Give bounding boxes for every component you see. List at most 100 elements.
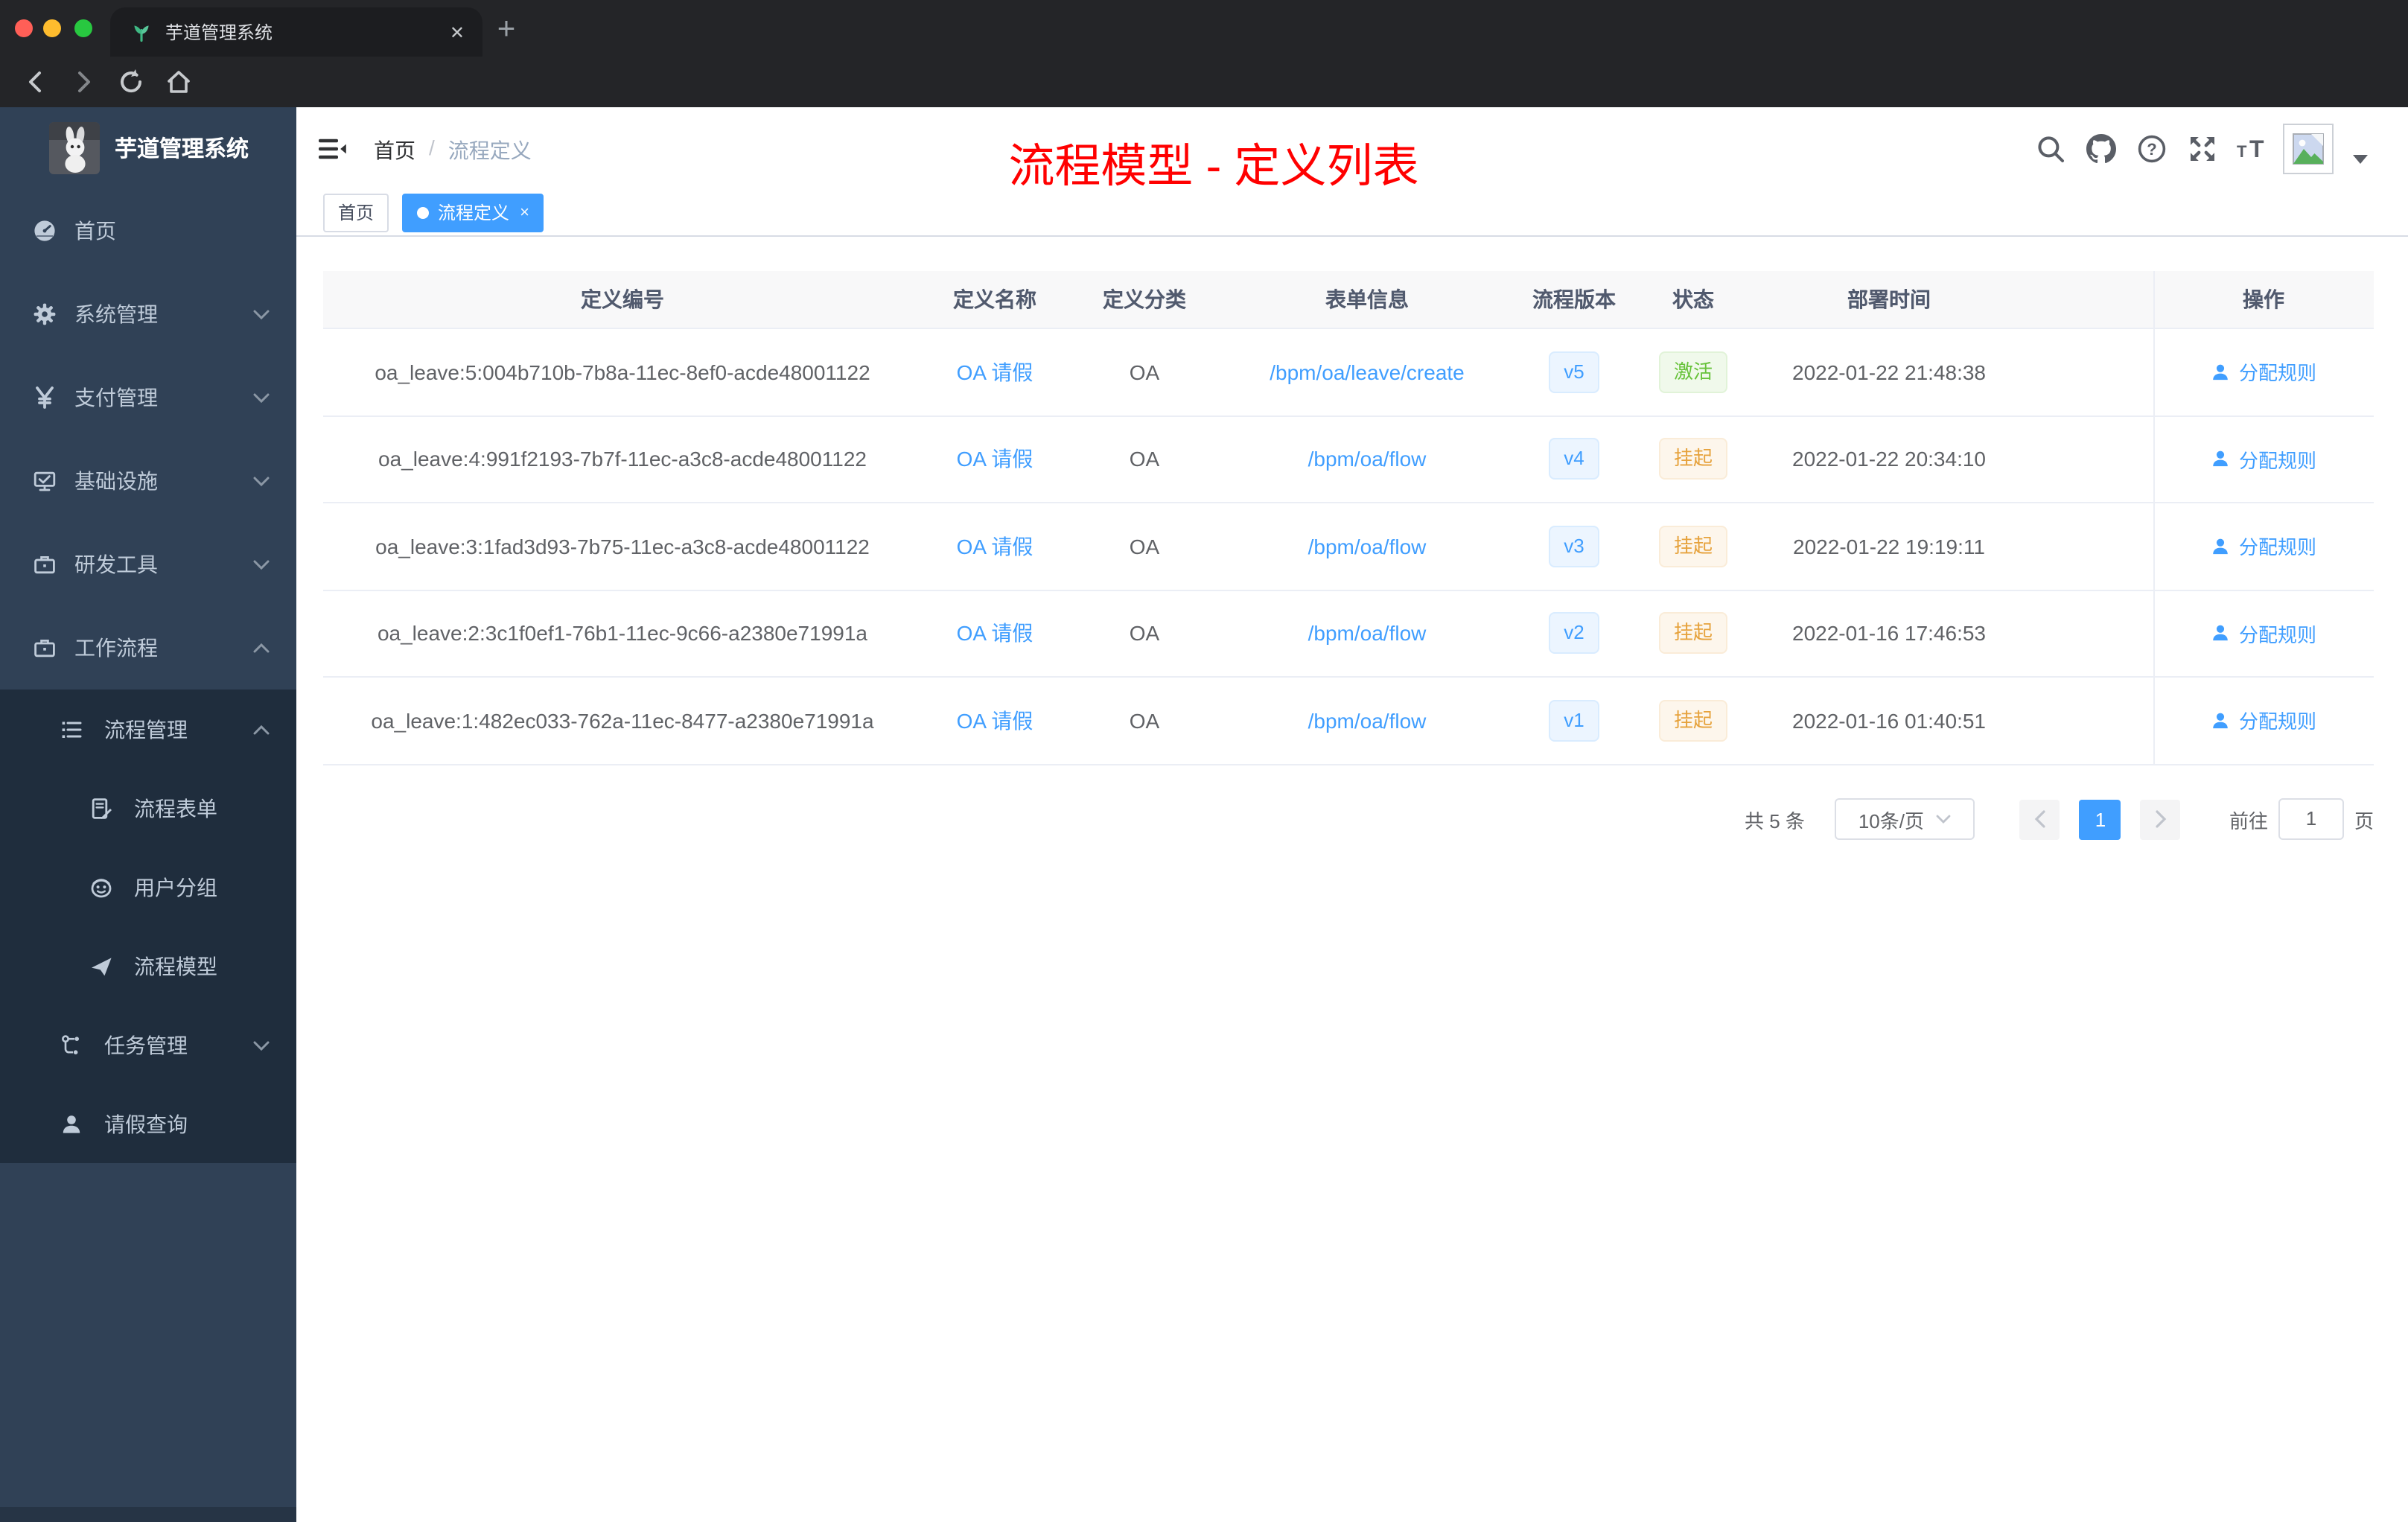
user-icon xyxy=(60,1112,83,1136)
tag-process-definition[interactable]: 流程定义 × xyxy=(402,194,544,232)
svg-text:?: ? xyxy=(2147,140,2156,159)
goto-label: 前往 xyxy=(2229,809,2268,832)
definition-id: oa_leave:5:004b710b-7b8a-11ec-8ef0-acde4… xyxy=(375,360,870,384)
person-icon xyxy=(2214,538,2229,554)
pagination-total: 共 5 条 xyxy=(1745,809,1805,832)
definition-category: OA xyxy=(1129,708,1160,733)
definition-category: OA xyxy=(1129,360,1160,384)
new-tab-button[interactable]: + xyxy=(487,12,526,51)
sidebar-item-process-mgmt[interactable]: 流程管理 xyxy=(0,690,296,768)
form-link[interactable]: /bpm/oa/flow xyxy=(1308,709,1427,733)
definition-id: oa_leave:2:3c1f0ef1-76b1-11ec-9c66-a2380… xyxy=(377,621,867,646)
sidebar-item-process-form[interactable]: 流程表单 xyxy=(0,768,296,847)
tag-close-icon[interactable]: × xyxy=(520,195,529,231)
mac-close-button[interactable] xyxy=(15,19,33,37)
svg-text:T: T xyxy=(2237,142,2247,161)
sidebar: 芋道管理系统 首页 系统管理 支付管理 基础设施 研发工具 工作流程 流程管理 … xyxy=(0,107,296,1522)
assign-rule-button[interactable]: 分配规则 xyxy=(2211,620,2316,648)
definition-id: oa_leave:3:1fad3d93-7b75-11ec-a3c8-acde4… xyxy=(375,534,870,558)
form-link[interactable]: /bpm/oa/flow xyxy=(1308,535,1427,558)
sidebar-item-workflow[interactable]: 工作流程 xyxy=(0,606,296,690)
page-size-select[interactable]: 10条/页 xyxy=(1834,798,1975,840)
col-status: 状态 xyxy=(1672,287,1714,311)
tab-close-icon[interactable]: ✕ xyxy=(450,23,465,41)
sidebar-item-process-model[interactable]: 流程模型 xyxy=(0,926,296,1005)
form-link[interactable]: /bpm/oa/flow xyxy=(1308,448,1427,471)
browser-tab[interactable]: 芋道管理系统 ✕ xyxy=(110,7,482,57)
back-icon[interactable] xyxy=(21,67,51,97)
home-icon[interactable] xyxy=(164,67,194,97)
github-icon[interactable] xyxy=(2086,134,2116,164)
reload-icon[interactable] xyxy=(116,67,146,97)
col-actions: 操作 xyxy=(2243,287,2284,311)
form-link[interactable]: /bpm/oa/leave/create xyxy=(1270,360,1465,384)
fullscreen-icon[interactable] xyxy=(2188,134,2217,164)
sidebar-item-leave-query[interactable]: 请假查询 xyxy=(0,1084,296,1163)
user-avatar[interactable] xyxy=(2283,124,2334,174)
help-icon[interactable]: ? xyxy=(2137,134,2167,164)
sidebar-item-devtools[interactable]: 研发工具 xyxy=(0,523,296,606)
chevron-down-icon xyxy=(253,477,270,487)
sidebar-item-payment[interactable]: 支付管理 xyxy=(0,356,296,439)
assign-rule-button[interactable]: 分配规则 xyxy=(2211,707,2316,735)
goto-page-input[interactable]: 1 xyxy=(2278,798,2344,840)
table-row: oa_leave:3:1fad3d93-7b75-11ec-a3c8-acde4… xyxy=(323,503,2374,590)
definition-category: OA xyxy=(1129,447,1160,471)
assign-rule-button[interactable]: 分配规则 xyxy=(2211,532,2316,561)
gear-icon xyxy=(33,302,57,326)
form-link[interactable]: /bpm/oa/flow xyxy=(1308,622,1427,646)
definition-name-link[interactable]: OA 请假 xyxy=(957,706,1033,736)
assign-rule-button[interactable]: 分配规则 xyxy=(2211,358,2316,386)
chevron-left-icon xyxy=(2034,810,2045,828)
definition-id: oa_leave:1:482ec033-762a-11ec-8477-a2380… xyxy=(371,708,874,733)
chevron-right-icon xyxy=(2156,810,2167,828)
version-badge: v2 xyxy=(1549,612,1599,655)
send-icon xyxy=(89,954,113,978)
breadcrumb-home[interactable]: 首页 xyxy=(374,136,415,165)
sidebar-item-system[interactable]: 系统管理 xyxy=(0,273,296,356)
briefcase-icon xyxy=(33,636,57,660)
definition-name-link[interactable]: OA 请假 xyxy=(957,619,1033,649)
sidebar-item-infra[interactable]: 基础设施 xyxy=(0,439,296,523)
sidebar-logo: 芋道管理系统 xyxy=(0,107,296,189)
definition-name-link[interactable]: OA 请假 xyxy=(957,445,1033,474)
deploy-time: 2022-01-22 20:34:10 xyxy=(1792,447,1986,471)
prev-page-button[interactable] xyxy=(2019,799,2060,839)
active-tag-dot xyxy=(417,207,430,219)
page-unit-label: 页 xyxy=(2354,809,2374,832)
sidebar-item-user-group[interactable]: 用户分组 xyxy=(0,847,296,926)
col-definition-category: 定义分类 xyxy=(1103,287,1186,311)
chevron-down-icon xyxy=(253,393,270,404)
next-page-button[interactable] xyxy=(2140,799,2181,839)
app-logo-avatar xyxy=(49,122,100,174)
current-page-button[interactable]: 1 xyxy=(2079,799,2121,839)
chevron-down-icon xyxy=(253,560,270,570)
search-icon[interactable] xyxy=(2036,134,2065,164)
list-icon xyxy=(60,717,83,741)
robot-icon xyxy=(89,875,113,899)
svg-text:T: T xyxy=(2249,136,2264,162)
tag-home[interactable]: 首页 xyxy=(323,194,389,232)
version-badge: v3 xyxy=(1549,525,1599,567)
pagination: 共 5 条 10条/页 1 前往 1 页 xyxy=(323,798,2374,840)
chevron-up-icon xyxy=(253,643,270,654)
dashboard-icon xyxy=(33,219,57,243)
definition-name-link[interactable]: OA 请假 xyxy=(957,532,1033,561)
breadcrumb-separator: / xyxy=(429,136,435,159)
sidebar-footer-bar xyxy=(0,1507,296,1522)
assign-rule-button[interactable]: 分配规则 xyxy=(2211,445,2316,474)
fixed-column-divider xyxy=(2153,271,2155,765)
sidebar-item-home[interactable]: 首页 xyxy=(0,189,296,273)
definition-name-link[interactable]: OA 请假 xyxy=(957,357,1033,387)
browser-tabstrip: 芋道管理系统 ✕ + xyxy=(0,0,2408,57)
chevron-down-icon xyxy=(1936,815,1951,824)
mac-minimize-button[interactable] xyxy=(43,19,61,37)
sidebar-item-task-mgmt[interactable]: 任务管理 xyxy=(0,1005,296,1084)
toolbox-icon xyxy=(33,553,57,576)
hamburger-icon[interactable] xyxy=(317,134,347,164)
table-row: oa_leave:2:3c1f0ef1-76b1-11ec-9c66-a2380… xyxy=(323,590,2374,678)
avatar-caret-icon[interactable] xyxy=(2353,155,2368,164)
forward-icon[interactable] xyxy=(69,67,98,97)
mac-zoom-button[interactable] xyxy=(74,19,92,37)
font-size-icon[interactable]: TT xyxy=(2237,134,2267,164)
